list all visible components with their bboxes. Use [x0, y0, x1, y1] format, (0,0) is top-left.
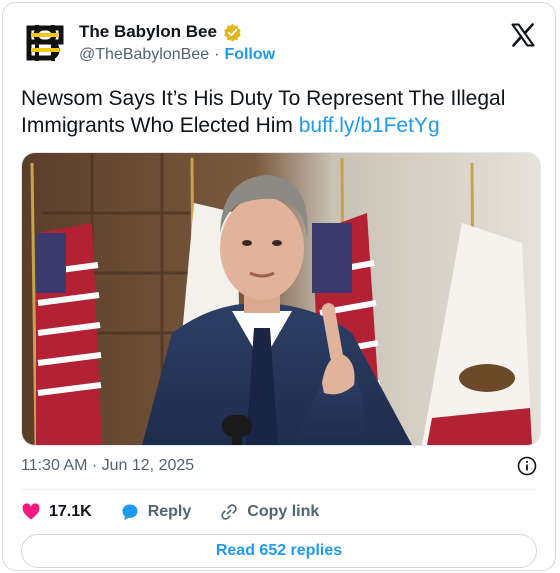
- reply-bubble-icon: [122, 504, 138, 521]
- info-icon[interactable]: [517, 456, 537, 476]
- x-logo-icon[interactable]: [509, 21, 537, 49]
- babylon-bee-logo[interactable]: [21, 19, 69, 67]
- reply-label: Reply: [147, 503, 192, 520]
- account-name-row: The Babylon Bee: [79, 22, 242, 42]
- copy-link-button[interactable]: Copy link: [219, 502, 319, 522]
- tweet-timestamp[interactable]: 11:30 AM · Jun 12, 2025: [21, 457, 194, 475]
- like-count: 17.1K: [49, 503, 92, 520]
- divider: [21, 489, 537, 490]
- tweet-photo[interactable]: [21, 152, 541, 446]
- account-name[interactable]: The Babylon Bee: [79, 22, 217, 42]
- heart-icon: [22, 503, 40, 520]
- read-replies-button[interactable]: Read 652 replies: [21, 534, 537, 568]
- tweet-card: The Babylon Bee @TheBabylonBee · Follow …: [2, 2, 556, 571]
- follow-link[interactable]: Follow: [224, 46, 275, 64]
- account-handle[interactable]: @TheBabylonBee: [79, 46, 209, 64]
- handle-row: @TheBabylonBee · Follow: [79, 46, 275, 64]
- action-bar: 17.1K Reply Copy link: [21, 500, 347, 524]
- gold-verified-badge-icon[interactable]: [223, 23, 242, 42]
- link-icon: [221, 504, 237, 520]
- like-button[interactable]: 17.1K: [21, 502, 92, 522]
- tweet-link[interactable]: buff.ly/b1FetYg: [299, 114, 440, 137]
- separator-dot: ·: [214, 46, 220, 63]
- tweet-header: The Babylon Bee @TheBabylonBee · Follow: [21, 19, 537, 73]
- reply-button[interactable]: Reply: [120, 502, 192, 522]
- copy-link-label: Copy link: [247, 503, 320, 520]
- tweet-text: Newsom Says It’s His Duty To Represent T…: [21, 85, 541, 139]
